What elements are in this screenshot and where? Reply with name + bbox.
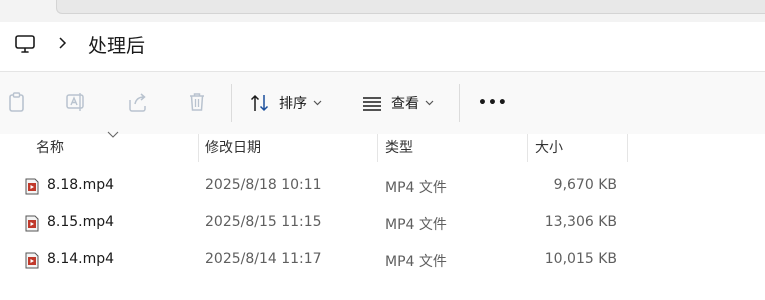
delete-icon[interactable] (186, 91, 208, 113)
share-icon[interactable] (127, 91, 149, 113)
file-row[interactable]: 8.15.mp4 2025/8/15 11:15 MP4 文件 13,306 K… (0, 205, 765, 242)
column-header-name[interactable]: 名称 (36, 137, 64, 157)
file-type: MP4 文件 (385, 180, 447, 196)
file-date: 2025/8/14 11:17 (205, 251, 322, 267)
file-row[interactable]: 8.18.mp4 2025/8/18 10:11 MP4 文件 9,670 KB (0, 168, 765, 205)
video-file-icon (25, 215, 39, 232)
command-toolbar: 排序 查看 ••• (0, 72, 765, 134)
sort-button[interactable]: 排序 (249, 89, 322, 117)
file-name: 8.15.mp4 (47, 214, 115, 230)
file-name: 8.14.mp4 (47, 251, 115, 267)
video-file-icon (25, 178, 39, 195)
view-button[interactable]: 查看 (361, 89, 434, 117)
file-size: 13,306 KB (544, 214, 617, 230)
column-divider[interactable] (527, 134, 528, 162)
window-top-strip (0, 0, 765, 22)
address-bar: 处理后 (0, 22, 765, 70)
column-header-size[interactable]: 大小 (535, 137, 563, 157)
column-header-date[interactable]: 修改日期 (205, 137, 261, 157)
chevron-right-icon[interactable] (57, 35, 69, 51)
column-divider[interactable] (377, 134, 378, 162)
paste-icon[interactable] (6, 91, 28, 113)
tab-bar-edge (56, 0, 765, 14)
toolbar-separator (231, 84, 232, 122)
view-list-icon (363, 97, 381, 111)
more-options-button[interactable]: ••• (478, 89, 508, 117)
column-divider[interactable] (198, 134, 199, 162)
file-row[interactable]: 8.14.mp4 2025/8/14 11:17 MP4 文件 10,015 K… (0, 242, 765, 279)
file-size: 9,670 KB (553, 177, 617, 193)
file-type: MP4 文件 (385, 254, 447, 270)
file-size: 10,015 KB (544, 251, 617, 267)
file-date: 2025/8/18 10:11 (205, 177, 322, 193)
file-date: 2025/8/15 11:15 (205, 214, 322, 230)
column-header: 名称 修改日期 类型 大小 (0, 131, 765, 162)
chevron-down-icon (425, 100, 434, 106)
chevron-down-icon (313, 100, 322, 106)
this-pc-icon[interactable] (14, 33, 36, 55)
view-label: 查看 (391, 96, 419, 112)
sort-label: 排序 (279, 96, 307, 112)
file-type: MP4 文件 (385, 217, 447, 233)
more-icon: ••• (478, 95, 508, 111)
file-name: 8.18.mp4 (47, 177, 115, 193)
sort-icon (250, 94, 269, 112)
column-divider[interactable] (627, 134, 628, 162)
breadcrumb-current[interactable]: 处理后 (88, 31, 145, 58)
column-header-type[interactable]: 类型 (385, 137, 413, 157)
toolbar-separator (459, 84, 460, 122)
video-file-icon (25, 252, 39, 269)
sort-indicator-icon (107, 131, 119, 138)
rename-icon[interactable] (65, 91, 87, 113)
